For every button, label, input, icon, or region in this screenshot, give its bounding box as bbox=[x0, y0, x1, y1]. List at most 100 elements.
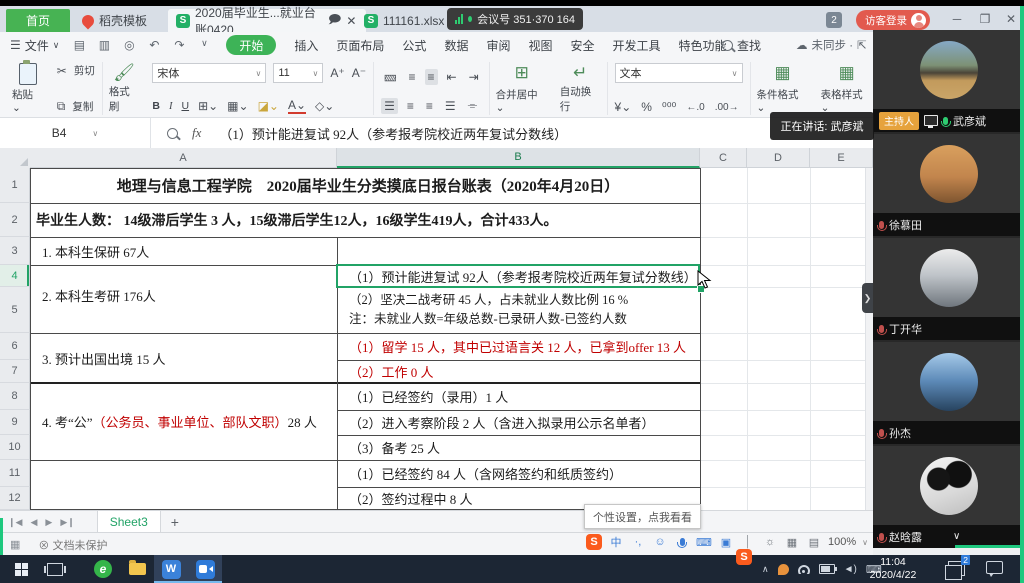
wps-taskbar-button[interactable]: W bbox=[154, 555, 188, 583]
redo-icon[interactable]: ↷ bbox=[171, 38, 187, 52]
fill-color-icon[interactable]: ◪⌄ bbox=[258, 99, 279, 113]
row-header-5[interactable]: 5 bbox=[0, 287, 30, 333]
cell-style-icon[interactable]: ▦⌄ bbox=[227, 99, 248, 113]
tray-expand-icon[interactable]: ∧ bbox=[762, 564, 769, 575]
cell-b8[interactable]: （1）已经签约（录用）1 人 bbox=[343, 383, 698, 410]
file-explorer-button[interactable] bbox=[120, 555, 154, 583]
sidebar-collapse-handle[interactable]: ❯ bbox=[862, 283, 873, 313]
save-icon[interactable]: ▤ bbox=[71, 38, 87, 52]
tab-document-2[interactable]: S 111161.xlsx bbox=[356, 9, 452, 32]
action-center-icon[interactable] bbox=[986, 561, 1003, 574]
comma-style-icon[interactable]: ⁰⁰⁰ bbox=[662, 100, 676, 114]
sheet-tab-active[interactable]: Sheet3 bbox=[97, 511, 161, 533]
participant-tile[interactable]: 孙杰 bbox=[873, 342, 1024, 444]
page-view-icon[interactable]: ▤ bbox=[806, 534, 822, 550]
ribbon-tab-page-layout[interactable]: 页面布局 bbox=[336, 37, 384, 54]
restore-button[interactable]: ❐ bbox=[974, 10, 996, 28]
row-header-2[interactable]: 2 bbox=[0, 203, 30, 237]
clear-format-icon[interactable]: ◇⌄ bbox=[315, 99, 334, 113]
cut-button[interactable]: ✂剪切 bbox=[57, 63, 95, 78]
window-switcher-icon[interactable]: 2 bbox=[948, 561, 965, 576]
close-tab-icon[interactable]: ✕ bbox=[346, 14, 356, 28]
row-header-12[interactable]: 12 bbox=[0, 487, 30, 510]
select-all-corner[interactable] bbox=[0, 148, 31, 169]
format-painter-button[interactable]: 🖌 格式刷 bbox=[103, 62, 146, 115]
conditional-format-button[interactable]: ▦ 条件格式 ⌄ bbox=[751, 62, 815, 115]
decrease-indent-icon[interactable]: ⇤ bbox=[444, 69, 460, 85]
tab-document[interactable]: S 2020届毕业生...就业台账0420 🗩 ✕ bbox=[168, 9, 366, 32]
volume-icon[interactable]: ◄) bbox=[844, 564, 857, 575]
cell-b11[interactable]: （1）已经签约 84 人（含网络签约和纸质签约） bbox=[343, 460, 698, 487]
ribbon-tab-review[interactable]: 审阅 bbox=[486, 37, 510, 54]
currency-icon[interactable]: ¥⌄ bbox=[615, 100, 632, 114]
file-menu[interactable]: ☰ 文件 ∨ bbox=[10, 37, 59, 54]
ribbon-tab-special[interactable]: 特色功能 bbox=[679, 37, 727, 54]
row-header-11[interactable]: 11 bbox=[0, 460, 30, 487]
col-header-a[interactable]: A bbox=[30, 148, 337, 168]
ribbon-tab-dev-tools[interactable]: 开发工具 bbox=[613, 37, 661, 54]
increase-font-icon[interactable]: A⁺ bbox=[330, 66, 344, 80]
sogou-logo-icon[interactable]: S bbox=[586, 534, 602, 550]
table-style-button[interactable]: ▦ 表格样式 ⌄ bbox=[815, 62, 880, 115]
tab-templates[interactable]: 稻壳模板 bbox=[74, 9, 155, 32]
cell-b5[interactable]: （2）坚决二战考研 45 人，占未就业人数比例 16 % 注：未就业人数=年级总… bbox=[343, 287, 698, 333]
cell-a8[interactable]: 4. 考“公”（公务员、事业单位、部队文职）28 人 bbox=[36, 383, 336, 460]
ribbon-tab-data[interactable]: 数据 bbox=[444, 37, 468, 54]
prev-sheet-icon[interactable]: ◀ bbox=[30, 517, 37, 528]
participant-tile[interactable]: 徐慕田 bbox=[873, 134, 1024, 236]
cell-b7[interactable]: （2）工作 0 人 bbox=[343, 360, 698, 383]
personalize-tooltip[interactable]: 个性设置，点我看看 bbox=[584, 504, 701, 529]
zoom-formula-icon[interactable] bbox=[167, 128, 178, 139]
row-header-6[interactable]: 6 bbox=[0, 333, 30, 360]
decrease-font-icon[interactable]: A⁻ bbox=[352, 66, 366, 80]
italic-button[interactable]: I bbox=[169, 101, 173, 112]
wrap-text-button[interactable]: ↵ 自动换行 bbox=[554, 62, 608, 115]
decrease-decimal-icon[interactable]: .00→ bbox=[715, 102, 739, 113]
col-header-e[interactable]: E bbox=[810, 148, 873, 168]
cell-b6[interactable]: （1）留学 15 人，其中已过语言关 12 人，已拿到offer 13 人 bbox=[343, 333, 698, 360]
row-header-10[interactable]: 10 bbox=[0, 435, 30, 460]
participant-tile[interactable]: 赵晗露 ∨ bbox=[873, 446, 1024, 548]
cell-a4[interactable]: 2. 本科生考研 176人 bbox=[36, 265, 336, 325]
cell-b9[interactable]: （2）进入考察阶段 2 人（含进入拟录用公示名单者） bbox=[343, 410, 698, 435]
print-icon[interactable]: ▥ bbox=[96, 38, 112, 52]
bold-button[interactable]: B bbox=[152, 100, 160, 112]
ribbon-tab-formulas[interactable]: 公式 bbox=[402, 37, 426, 54]
align-center-icon[interactable]: ≡ bbox=[404, 98, 417, 114]
print-preview-icon[interactable]: ◎ bbox=[121, 38, 137, 52]
comment-icon[interactable]: 🗩 bbox=[328, 10, 341, 31]
ime-keyboard-icon[interactable]: ⌨ bbox=[696, 534, 712, 550]
normal-view-icon[interactable]: ▦ bbox=[784, 534, 800, 550]
number-format-select[interactable]: 文本∨ bbox=[615, 63, 743, 83]
row-header-7[interactable]: 7 bbox=[0, 360, 30, 383]
last-sheet-icon[interactable]: ▶❙ bbox=[60, 517, 74, 528]
font-size-select[interactable]: 11∨ bbox=[273, 63, 323, 83]
align-top-icon[interactable]: 🝙 bbox=[381, 63, 399, 90]
font-color-icon[interactable]: A⌄ bbox=[288, 98, 306, 114]
undo-icon[interactable]: ↶ bbox=[146, 38, 162, 52]
ime-punctuation-icon[interactable]: ·, bbox=[630, 534, 646, 550]
cell-title[interactable]: 地理与信息工程学院 2020届毕业生分类摸底日报台账表（2020年4月20日） bbox=[30, 168, 700, 203]
chevron-down-icon[interactable]: ∨ bbox=[196, 38, 212, 52]
col-header-b[interactable]: B bbox=[337, 148, 700, 168]
insert-function-button[interactable]: fx bbox=[192, 125, 201, 141]
protection-status[interactable]: ⊗ 文档未保护 bbox=[38, 537, 107, 553]
zoom-level[interactable]: 100% bbox=[828, 536, 856, 548]
cell-a6[interactable]: 3. 预计出国出境 15 人 bbox=[36, 333, 336, 383]
sogou-tray-icon[interactable] bbox=[778, 564, 789, 575]
eye-protect-icon[interactable]: ☼ bbox=[762, 534, 778, 550]
increase-decimal-icon[interactable]: ←.0 bbox=[686, 102, 704, 113]
cell-a3[interactable]: 1. 本科生保研 67人 bbox=[36, 237, 336, 265]
ime-mic-icon[interactable] bbox=[674, 534, 690, 550]
col-header-d[interactable]: D bbox=[747, 148, 810, 168]
align-bottom-icon[interactable]: ≡ bbox=[425, 69, 438, 85]
text-orientation-icon[interactable]: ⌯ bbox=[465, 97, 481, 114]
search-box[interactable]: 查找 bbox=[722, 37, 761, 54]
add-sheet-button[interactable]: + bbox=[171, 514, 179, 530]
underline-button[interactable]: U bbox=[181, 100, 189, 112]
align-right-icon[interactable]: ≡ bbox=[423, 98, 436, 114]
formula-content[interactable]: （1）预计能进复试 92人（参考报考院校近两年复试分数线） bbox=[219, 124, 567, 143]
ime-emoji-icon[interactable]: ☺ bbox=[652, 534, 668, 550]
meeting-taskbar-button[interactable] bbox=[188, 555, 222, 583]
row-header-1[interactable]: 1 bbox=[0, 168, 30, 203]
